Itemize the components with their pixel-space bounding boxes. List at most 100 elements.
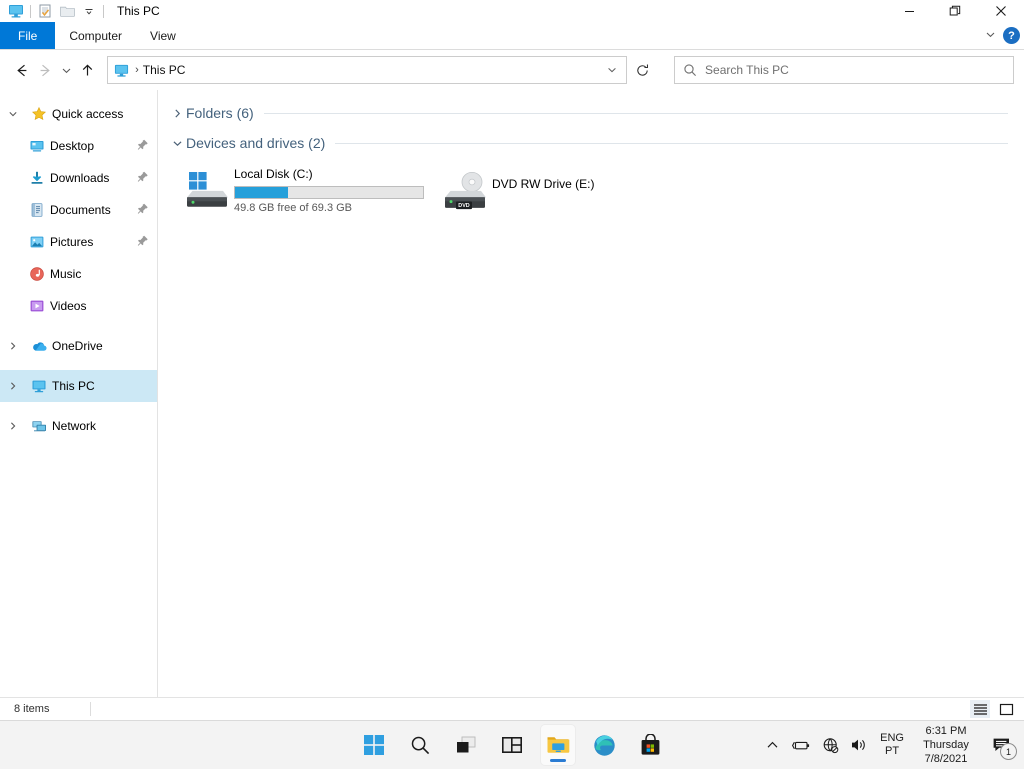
breadcrumb-separator: › <box>135 64 139 76</box>
sidebar-item-videos[interactable]: Videos <box>0 290 157 322</box>
navigation-bar: › This PC Search This PC <box>0 50 1024 90</box>
chevron-down-icon[interactable] <box>0 109 26 119</box>
tab-view[interactable]: View <box>136 22 190 49</box>
microsoft-store-button[interactable] <box>633 725 667 765</box>
notification-badge: 1 <box>1000 743 1017 760</box>
taskbar: ENG PT 6:31 PM Thursday 7/8/2021 1 <box>0 720 1024 769</box>
toolbar-divider-2 <box>103 4 104 18</box>
chevron-right-icon[interactable] <box>0 381 26 391</box>
language-indicator[interactable]: ENG PT <box>878 732 906 758</box>
customize-chevron-icon[interactable] <box>78 1 100 21</box>
clock-date: 7/8/2021 <box>924 753 968 765</box>
sidebar-item-downloads[interactable]: Downloads <box>0 162 157 194</box>
recent-locations-chevron-icon[interactable] <box>57 55 76 85</box>
title-bar: This PC <box>0 0 1024 22</box>
details-view-button[interactable] <box>970 700 990 718</box>
restore-button[interactable] <box>932 0 978 22</box>
ribbon-right-controls: ? <box>984 22 1020 49</box>
notifications-button[interactable]: 1 <box>986 728 1017 762</box>
network-icon <box>26 418 52 435</box>
minimize-button[interactable] <box>886 0 932 22</box>
search-button[interactable] <box>403 725 437 765</box>
widgets-button[interactable] <box>495 725 529 765</box>
expand-ribbon-chevron-icon[interactable] <box>984 28 997 44</box>
sidebar-item-label: Downloads <box>50 171 110 185</box>
capacity-bar-fill <box>235 187 288 198</box>
drive-name: Local Disk (C:) <box>234 167 313 181</box>
address-dropdown-chevron-icon[interactable] <box>598 58 626 82</box>
group-rule <box>335 142 1008 144</box>
star-icon <box>26 106 52 122</box>
sidebar-item-label: Network <box>52 419 97 433</box>
view-toggle-group <box>970 698 1016 720</box>
status-divider <box>90 702 91 716</box>
drive-tiles: Local Disk (C:) 49.8 GB free of 69.3 GB <box>168 158 1024 218</box>
window-controls <box>886 0 1024 22</box>
status-bar: 8 items <box>0 697 1024 720</box>
this-pc-icon[interactable] <box>5 1 27 21</box>
show-hidden-icons-button[interactable] <box>762 732 782 758</box>
up-button[interactable] <box>76 55 99 85</box>
pin-icon[interactable] <box>137 203 149 218</box>
music-icon <box>24 266 50 282</box>
close-button[interactable] <box>978 0 1024 22</box>
sidebar-item-music[interactable]: Music <box>0 258 157 290</box>
breadcrumb-this-pc[interactable]: This PC <box>143 63 186 77</box>
drive-info: DVD RW Drive (E:) <box>492 164 640 192</box>
properties-icon[interactable] <box>34 1 56 21</box>
start-button[interactable] <box>357 725 391 765</box>
search-input[interactable]: Search This PC <box>705 63 789 77</box>
drive-item-dvd-rw-e[interactable]: DVD DVD RW Drive (E:) <box>436 162 644 218</box>
file-list-pane[interactable]: Folders (6) Devices and drives (2) Local… <box>158 90 1024 697</box>
sidebar-item-desktop[interactable]: Desktop <box>0 130 157 162</box>
search-box[interactable]: Search This PC <box>674 56 1015 84</box>
sidebar-item-label: Videos <box>50 299 87 313</box>
address-this-pc-icon <box>108 63 134 78</box>
dvd-drive-icon: DVD <box>440 164 492 214</box>
refresh-button[interactable] <box>631 58 653 82</box>
pin-icon[interactable] <box>137 171 149 186</box>
tab-computer[interactable]: Computer <box>55 22 136 49</box>
volume-icon[interactable] <box>849 732 869 758</box>
address-bar[interactable]: › This PC <box>107 56 628 84</box>
pin-icon[interactable] <box>137 139 149 154</box>
sidebar-item-label: Desktop <box>50 139 95 153</box>
new-folder-icon[interactable] <box>56 1 78 21</box>
sidebar-item-label: Music <box>50 267 82 281</box>
onedrive-icon <box>26 338 52 355</box>
group-header-devices-and-drives[interactable]: Devices and drives (2) <box>168 130 1024 156</box>
tab-file[interactable]: File <box>0 22 56 49</box>
back-button[interactable] <box>10 55 33 85</box>
edge-button[interactable] <box>587 725 621 765</box>
clock[interactable]: 6:31 PM Thursday 7/8/2021 <box>915 724 977 766</box>
search-icon <box>675 63 705 77</box>
sidebar-item-pictures[interactable]: Pictures <box>0 226 157 258</box>
battery-icon[interactable] <box>791 732 811 758</box>
sidebar-item-network[interactable]: Network <box>0 410 157 442</box>
drive-item-local-disk-c[interactable]: Local Disk (C:) 49.8 GB free of 69.3 GB <box>178 162 436 218</box>
windows-drive-icon <box>182 164 234 214</box>
group-header-folders[interactable]: Folders (6) <box>168 100 1024 126</box>
sidebar-item-this-pc[interactable]: This PC <box>0 370 157 402</box>
documents-icon <box>24 202 50 218</box>
sidebar-item-onedrive[interactable]: OneDrive <box>0 330 157 362</box>
forward-button[interactable] <box>33 55 56 85</box>
chevron-right-icon[interactable] <box>0 341 26 351</box>
this-pc-icon <box>26 378 52 394</box>
network-globe-icon[interactable] <box>820 732 840 758</box>
chevron-right-icon[interactable] <box>0 421 26 431</box>
large-icons-view-button[interactable] <box>996 700 1016 718</box>
group-label: Devices and drives (2) <box>186 135 326 151</box>
task-view-button[interactable] <box>449 725 483 765</box>
quick-access-toolbar <box>0 1 107 21</box>
pictures-icon <box>24 234 50 250</box>
active-indicator <box>550 759 566 762</box>
dvd-badge-label: DVD <box>458 203 469 209</box>
chevron-down-icon[interactable] <box>168 138 186 149</box>
sidebar-item-documents[interactable]: Documents <box>0 194 157 226</box>
help-button[interactable]: ? <box>1003 27 1020 44</box>
file-explorer-button[interactable] <box>541 725 575 765</box>
pin-icon[interactable] <box>137 235 149 250</box>
chevron-right-icon[interactable] <box>168 108 186 119</box>
sidebar-item-quick-access[interactable]: Quick access <box>0 98 157 130</box>
